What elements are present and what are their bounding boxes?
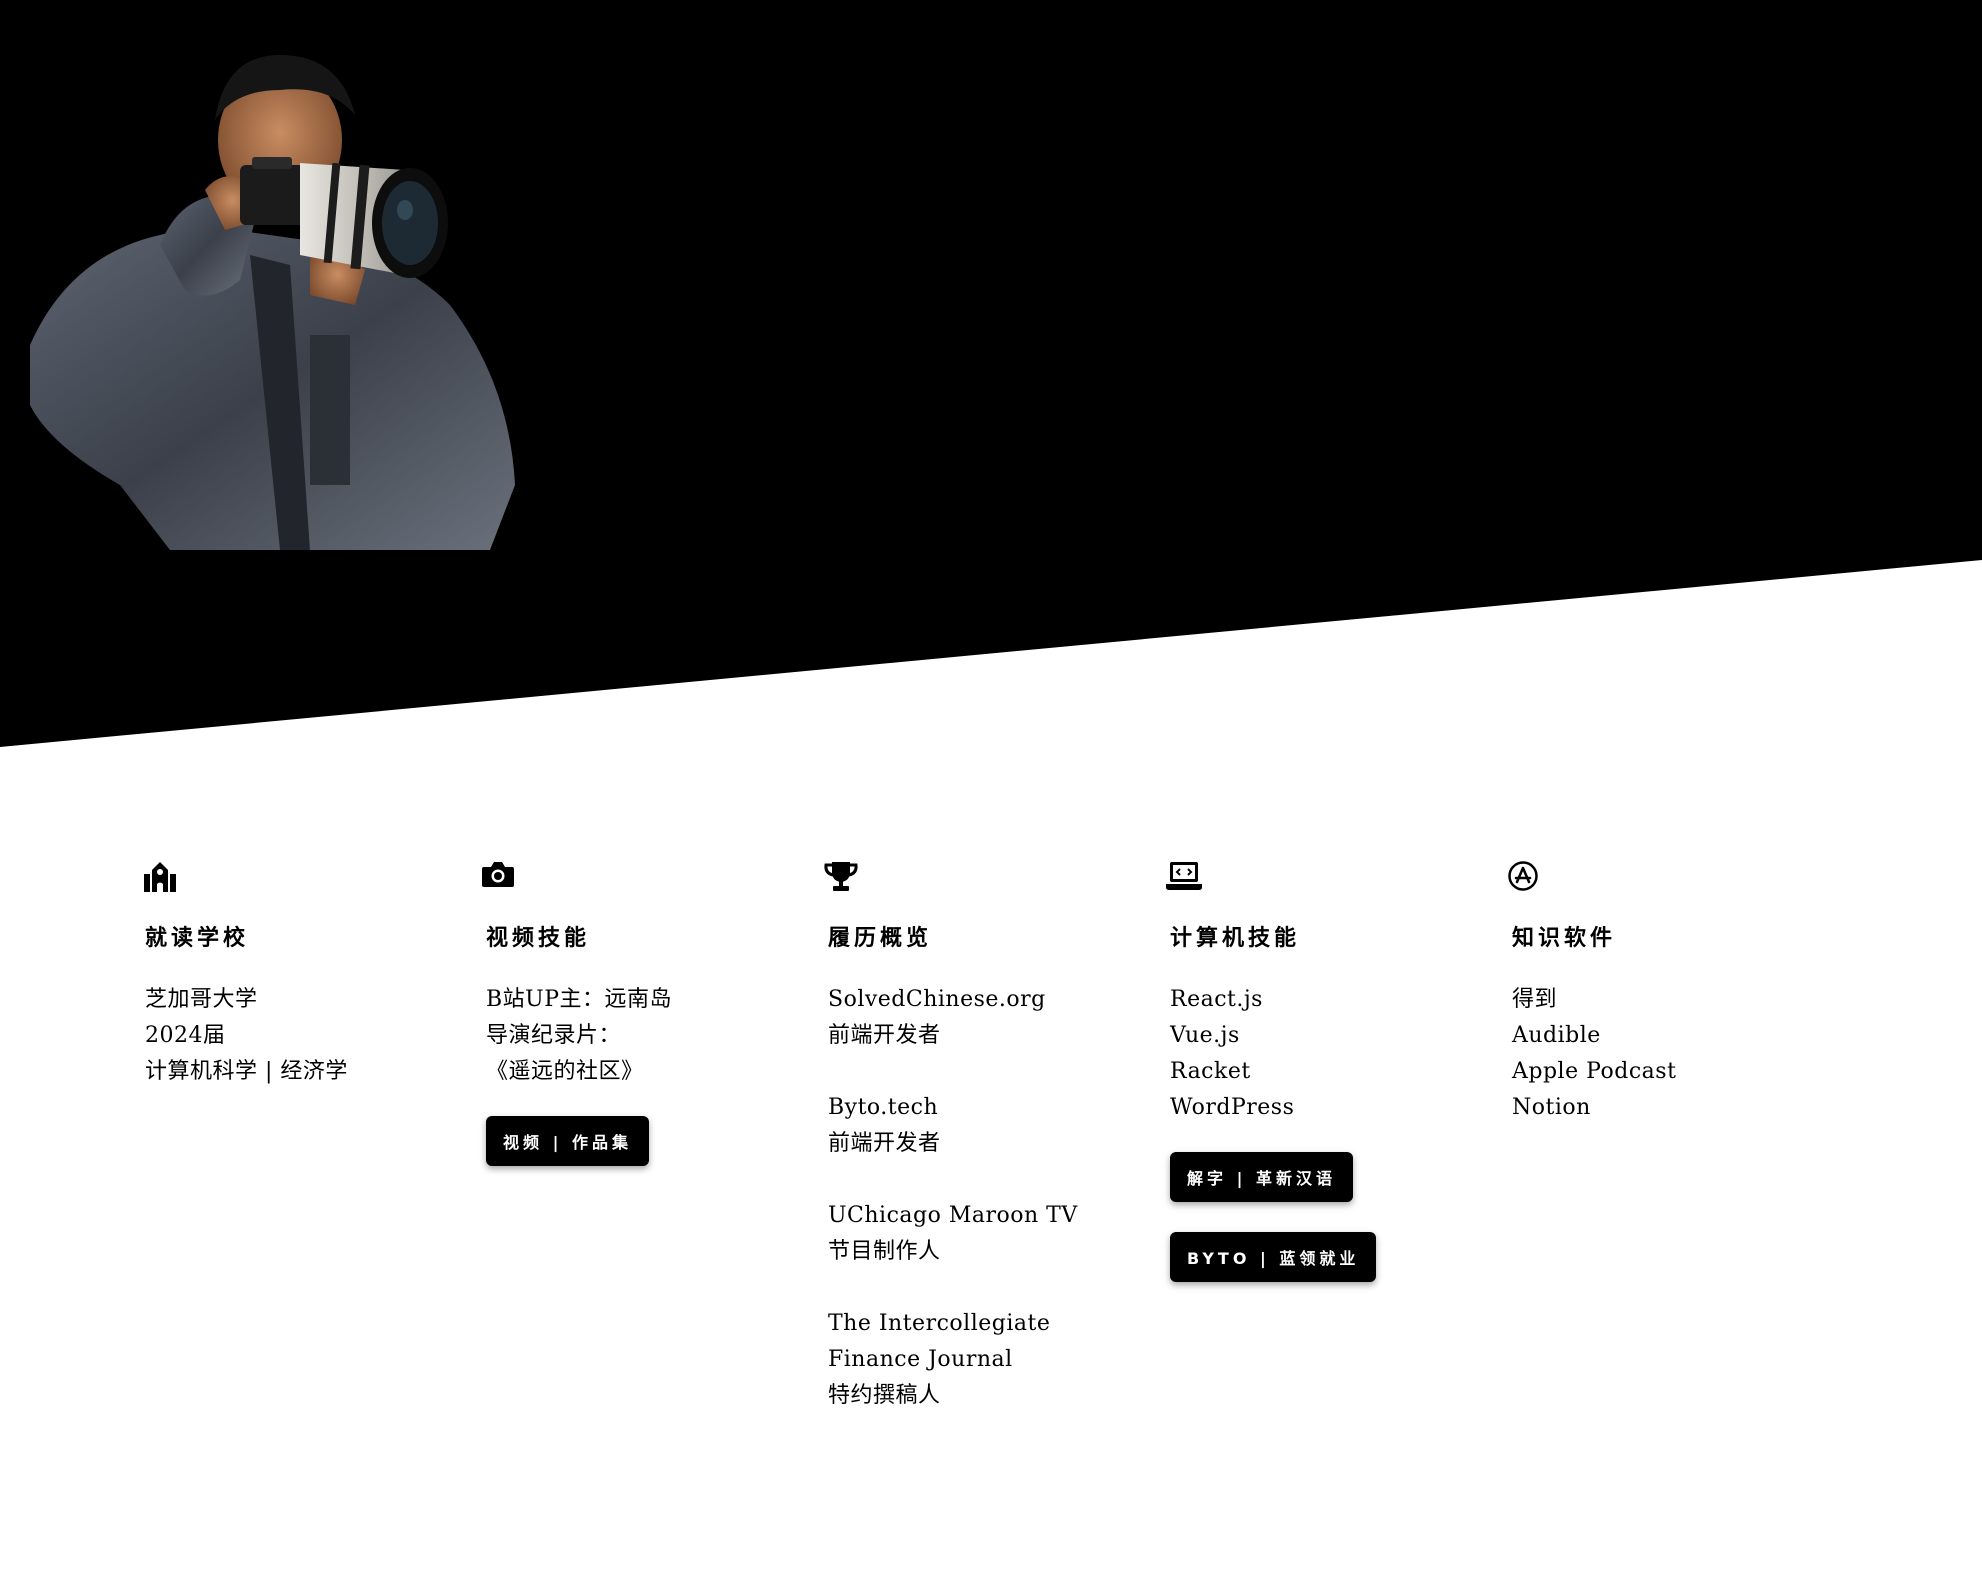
section-title: 就读学校 bbox=[145, 926, 250, 951]
trophy-icon bbox=[823, 860, 1148, 896]
byto-project-button[interactable]: BYTO | 蓝领就业 bbox=[1170, 1232, 1377, 1282]
bilibili-channel: B站UP主：远南岛 bbox=[486, 987, 673, 1012]
resume-entry: The Intercollegiate Finance Journal 特约撰稿… bbox=[828, 1306, 1148, 1414]
skill-item: Vue.js bbox=[1170, 1023, 1240, 1048]
jiezi-project-button[interactable]: 解字 | 革新汉语 bbox=[1170, 1152, 1353, 1202]
resume-entry: Byto.tech 前端开发者 bbox=[828, 1090, 1148, 1162]
column-knowledge-apps: 知识软件 得到 Audible Apple Podcast Notion bbox=[1508, 860, 1832, 1126]
school-icon bbox=[140, 860, 465, 896]
documentary-title: 《遥远的社区》 bbox=[486, 1059, 644, 1084]
resume-entry: UChicago Maroon TV 节目制作人 bbox=[828, 1198, 1148, 1270]
column-computer-skills: 计算机技能 React.js Vue.js Racket WordPress 解… bbox=[1166, 860, 1490, 1282]
skill-item: WordPress bbox=[1170, 1095, 1295, 1120]
entry-role: 节目制作人 bbox=[828, 1239, 941, 1264]
hero-banner bbox=[0, 0, 1982, 750]
app-item: Audible bbox=[1512, 1023, 1601, 1048]
app-store-icon bbox=[1507, 860, 1832, 896]
video-portfolio-button[interactable]: 视频 | 作品集 bbox=[486, 1116, 649, 1166]
entry-org: Byto.tech bbox=[828, 1095, 939, 1120]
column-school: 就读学校 芝加哥大学 2024届 计算机科学 | 经济学 bbox=[144, 860, 465, 1090]
section-title: 计算机技能 bbox=[1170, 926, 1301, 951]
documentary-label: 导演纪录片： bbox=[486, 1023, 622, 1048]
app-item: Notion bbox=[1512, 1095, 1591, 1120]
entry-role: 特约撰稿人 bbox=[828, 1383, 941, 1408]
majors: 计算机科学 | 经济学 bbox=[145, 1059, 348, 1084]
graduation-year: 2024届 bbox=[145, 1023, 226, 1048]
entry-role: 前端开发者 bbox=[828, 1131, 941, 1156]
entry-org: SolvedChinese.org bbox=[828, 987, 1046, 1012]
resume-entry: SolvedChinese.org 前端开发者 bbox=[828, 982, 1148, 1054]
entry-org: UChicago Maroon TV bbox=[828, 1203, 1078, 1228]
laptop-code-icon bbox=[1165, 860, 1490, 896]
column-video-skills: 视频技能 B站UP主：远南岛 导演纪录片： 《遥远的社区》 视频 | 作品集 bbox=[482, 860, 806, 1166]
section-title: 视频技能 bbox=[486, 926, 591, 951]
skill-item: React.js bbox=[1170, 987, 1263, 1012]
section-title: 履历概览 bbox=[828, 926, 933, 951]
entry-org-continued: Finance Journal bbox=[828, 1347, 1013, 1372]
section-title: 知识软件 bbox=[1512, 926, 1617, 951]
entry-org: The Intercollegiate bbox=[828, 1311, 1051, 1336]
school-name: 芝加哥大学 bbox=[145, 987, 258, 1012]
app-item: Apple Podcast bbox=[1512, 1059, 1677, 1084]
camera-icon bbox=[481, 860, 806, 896]
skill-item: Racket bbox=[1170, 1059, 1251, 1084]
photographer-photo bbox=[10, 45, 530, 550]
entry-role: 前端开发者 bbox=[828, 1023, 941, 1048]
column-resume: 履历概览 SolvedChinese.org 前端开发者 Byto.tech 前… bbox=[824, 860, 1148, 1414]
app-item: 得到 bbox=[1512, 987, 1558, 1012]
